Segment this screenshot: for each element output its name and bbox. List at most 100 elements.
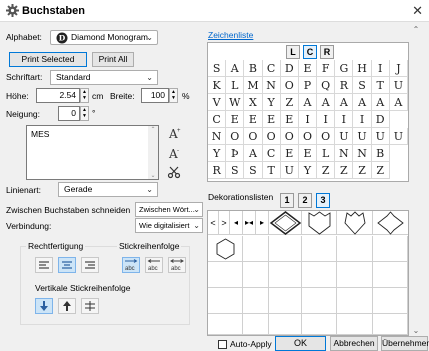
char-cell[interactable]: N bbox=[353, 145, 372, 162]
char-cell[interactable]: E bbox=[244, 111, 263, 128]
char-cell[interactable]: J bbox=[389, 60, 408, 77]
char-cell[interactable]: A bbox=[298, 94, 318, 111]
height-stepper[interactable]: ▲ ▼ bbox=[80, 88, 89, 103]
deco-cell-empty[interactable] bbox=[243, 236, 269, 262]
deco-cell-empty[interactable] bbox=[337, 314, 373, 335]
tab-right[interactable]: R bbox=[320, 45, 334, 59]
text-input[interactable]: MES ⌃ ⌄ bbox=[26, 125, 159, 180]
ok-button[interactable]: OK bbox=[275, 336, 326, 351]
tab-center[interactable]: C bbox=[303, 45, 317, 59]
char-cell[interactable]: A bbox=[335, 94, 354, 111]
auto-apply-checkbox[interactable] bbox=[218, 340, 227, 349]
char-cell[interactable]: O bbox=[262, 128, 281, 145]
tab-left[interactable]: L bbox=[286, 45, 300, 59]
char-cell[interactable]: Z bbox=[280, 94, 299, 111]
char-cell[interactable]: A bbox=[389, 94, 408, 111]
deco-cell-empty[interactable] bbox=[373, 288, 408, 314]
deco-cell-empty[interactable] bbox=[302, 288, 337, 314]
char-cell[interactable]: A bbox=[353, 94, 372, 111]
print-all-button[interactable]: Print All bbox=[92, 52, 134, 67]
char-cell[interactable]: A bbox=[317, 94, 336, 111]
deco-cell-empty[interactable] bbox=[208, 314, 243, 335]
slant-stepper[interactable]: ▲ ▼ bbox=[80, 106, 89, 121]
deco-cell-empty[interactable] bbox=[373, 236, 408, 262]
deco-cell-empty[interactable] bbox=[302, 236, 337, 262]
char-cell[interactable]: M bbox=[244, 77, 263, 94]
char-cell[interactable]: K bbox=[208, 77, 227, 94]
vertical-up-button[interactable] bbox=[58, 298, 76, 314]
cut-between-select[interactable]: Zwischen Wört... ⌄ bbox=[135, 202, 203, 217]
char-cell[interactable]: O bbox=[317, 128, 336, 145]
deco-cell-empty[interactable] bbox=[269, 262, 302, 288]
deco-cell-empty[interactable] bbox=[302, 262, 337, 288]
char-cell[interactable]: Z bbox=[371, 162, 390, 179]
font-size-down-icon[interactable]: A- bbox=[167, 146, 181, 160]
char-cell[interactable]: U bbox=[280, 162, 299, 179]
char-cell[interactable]: O bbox=[298, 128, 318, 145]
stitch-order-rtl-button[interactable]: abc bbox=[145, 257, 163, 273]
char-cell[interactable]: I bbox=[353, 111, 372, 128]
char-cell[interactable]: E bbox=[262, 111, 281, 128]
char-cell[interactable]: U bbox=[389, 128, 408, 145]
deco-cell-empty[interactable] bbox=[243, 288, 269, 314]
scroll-down-icon[interactable]: ⌄ bbox=[148, 172, 158, 179]
char-cell[interactable]: I bbox=[371, 60, 390, 77]
width-stepper[interactable]: ▲ ▼ bbox=[169, 88, 178, 103]
deco-cell-empty[interactable] bbox=[208, 262, 243, 288]
char-cell[interactable]: I bbox=[298, 111, 318, 128]
char-cell[interactable]: Y bbox=[298, 162, 318, 179]
deco-tab-2[interactable]: 2 bbox=[298, 193, 312, 208]
char-cell[interactable]: T bbox=[262, 162, 281, 179]
deco-tab-3[interactable]: 3 bbox=[316, 193, 330, 208]
right-scrollbar[interactable]: ⌃ ⌄ bbox=[411, 25, 421, 335]
char-cell[interactable]: W bbox=[226, 94, 245, 111]
char-cell[interactable]: C bbox=[262, 145, 281, 162]
deco-cell-empty[interactable] bbox=[337, 236, 373, 262]
width-input[interactable]: 100 bbox=[141, 88, 169, 103]
print-selected-button[interactable]: Print Selected bbox=[9, 52, 87, 67]
char-cell[interactable]: U bbox=[335, 128, 354, 145]
apply-button[interactable]: Übernehmen bbox=[381, 336, 429, 351]
char-cell[interactable]: L bbox=[226, 77, 245, 94]
scroll-up-icon[interactable]: ⌃ bbox=[411, 25, 421, 34]
deco-cell-empty[interactable] bbox=[269, 314, 302, 335]
char-cell[interactable]: S bbox=[208, 60, 227, 77]
char-cell[interactable]: P bbox=[298, 77, 318, 94]
scroll-up-icon[interactable]: ⌃ bbox=[148, 126, 158, 133]
char-cell[interactable]: X bbox=[244, 94, 263, 111]
deco-cell-empty[interactable] bbox=[208, 288, 243, 314]
text-scrollbar[interactable]: ⌃ ⌄ bbox=[148, 126, 158, 179]
char-cell[interactable]: D bbox=[371, 111, 390, 128]
char-cell[interactable]: B bbox=[244, 60, 263, 77]
char-cell[interactable]: G bbox=[335, 60, 354, 77]
char-cell[interactable]: Z bbox=[317, 162, 336, 179]
char-cell[interactable]: U bbox=[389, 77, 408, 94]
char-cell[interactable]: N bbox=[262, 77, 281, 94]
char-cell[interactable]: R bbox=[208, 162, 227, 179]
close-icon[interactable]: ✕ bbox=[412, 3, 423, 19]
char-cell[interactable]: A bbox=[371, 94, 390, 111]
stitch-order-center-button[interactable]: abc bbox=[168, 257, 186, 273]
char-cell[interactable]: L bbox=[317, 145, 336, 162]
char-cell[interactable]: E bbox=[280, 111, 299, 128]
deco-cell-empty[interactable] bbox=[302, 314, 337, 335]
char-cell[interactable]: R bbox=[335, 77, 354, 94]
char-cell[interactable]: Y bbox=[208, 145, 227, 162]
deco-cell-empty[interactable] bbox=[373, 314, 408, 335]
char-cell[interactable]: A bbox=[244, 145, 263, 162]
char-cell[interactable]: V bbox=[208, 94, 227, 111]
char-cell[interactable]: C bbox=[262, 60, 281, 77]
char-list-link[interactable]: Zeichenliste bbox=[208, 30, 253, 40]
char-cell[interactable]: T bbox=[371, 77, 390, 94]
char-cell[interactable]: B bbox=[371, 145, 390, 162]
deco-tab-1[interactable]: 1 bbox=[280, 193, 294, 208]
stitch-order-ltr-button[interactable]: abc bbox=[122, 257, 140, 273]
char-cell[interactable]: D bbox=[280, 60, 299, 77]
height-input[interactable]: 2.54 bbox=[36, 88, 80, 103]
char-cell[interactable]: S bbox=[226, 162, 245, 179]
font-type-select[interactable]: Standard ⌄ bbox=[50, 70, 158, 85]
deco-cell-empty[interactable] bbox=[243, 314, 269, 335]
align-left-button[interactable] bbox=[35, 257, 53, 273]
char-cell[interactable]: C bbox=[208, 111, 227, 128]
font-size-up-icon[interactable]: A + bbox=[167, 126, 181, 140]
